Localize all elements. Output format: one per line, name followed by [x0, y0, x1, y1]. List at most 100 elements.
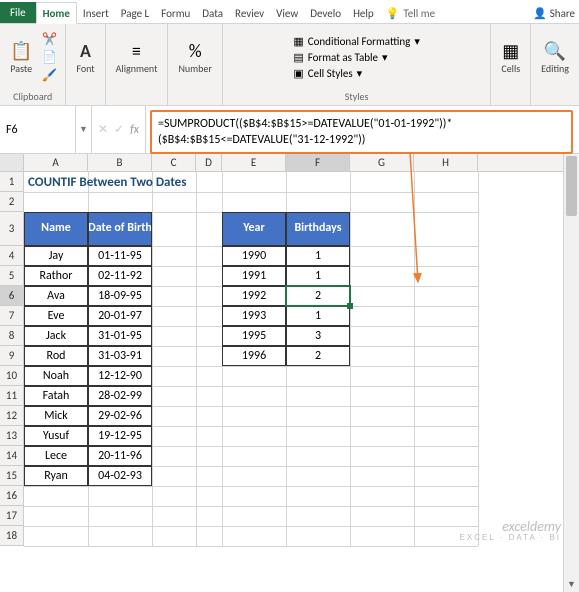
paste-button[interactable]: 📋 Paste [6, 38, 36, 77]
col-header-H[interactable]: H [414, 154, 478, 171]
tab-page-layout[interactable]: Page L [115, 3, 155, 23]
row-header-11[interactable]: 11 [0, 386, 24, 406]
table2-birthdays-5[interactable]: 2 [286, 346, 350, 366]
name-box-dropdown[interactable]: ▼ [76, 106, 92, 153]
row-header-5[interactable]: 5 [0, 266, 24, 286]
cut-button[interactable]: ✂️ [40, 31, 59, 48]
tab-help[interactable]: Help [347, 3, 380, 23]
table1-name-3[interactable]: Eve [24, 306, 88, 326]
table2-year-3[interactable]: 1993 [222, 306, 286, 326]
table1-name-1[interactable]: Rathor [24, 266, 88, 286]
scroll-down-icon[interactable]: ▼ [564, 576, 579, 592]
vertical-scrollbar[interactable]: ▲ ▼ [563, 154, 579, 592]
enter-formula-icon[interactable]: ✓ [114, 122, 124, 137]
table2-header-birthdays[interactable]: Birthdays [286, 212, 350, 246]
formula-input[interactable]: =SUMPRODUCT(($B$4:$B$15>=DATEVALUE("01-0… [150, 110, 573, 154]
alignment-button[interactable]: ≡ Alignment [112, 38, 162, 77]
cells-button[interactable]: ▦ Cells [497, 38, 524, 77]
table1-dob-11[interactable]: 04-02-93 [88, 466, 152, 486]
table1-name-5[interactable]: Rod [24, 346, 88, 366]
table1-dob-2[interactable]: 18-09-95 [88, 286, 152, 306]
table1-name-2[interactable]: Ava [24, 286, 88, 306]
row-header-14[interactable]: 14 [0, 446, 24, 466]
name-box[interactable]: F6 [0, 106, 76, 153]
row-header-16[interactable]: 16 [0, 486, 24, 506]
row-header-6[interactable]: 6 [0, 286, 24, 306]
fill-handle[interactable] [347, 303, 353, 309]
row-header-8[interactable]: 8 [0, 326, 24, 346]
col-header-D[interactable]: D [196, 154, 222, 171]
table1-name-11[interactable]: Ryan [24, 466, 88, 486]
table1-name-9[interactable]: Yusuf [24, 426, 88, 446]
table1-dob-8[interactable]: 29-02-96 [88, 406, 152, 426]
row-header-9[interactable]: 9 [0, 346, 24, 366]
fx-icon[interactable]: fx [130, 123, 139, 137]
tab-developer[interactable]: Develo [304, 3, 347, 23]
format-painter-button[interactable]: 🖌️ [40, 67, 59, 84]
tab-insert[interactable]: Insert [77, 3, 115, 23]
cell-title[interactable]: COUNTIF Between Two Dates [24, 172, 222, 192]
table1-header-dob[interactable]: Date of Birth [88, 212, 152, 246]
row-header-2[interactable]: 2 [0, 192, 24, 212]
cells-area[interactable]: COUNTIF Between Two Dates NameDate of Bir… [24, 172, 579, 546]
row-header-12[interactable]: 12 [0, 406, 24, 426]
col-header-F[interactable]: F [286, 154, 350, 171]
table2-birthdays-1[interactable]: 1 [286, 266, 350, 286]
table2-birthdays-0[interactable]: 1 [286, 246, 350, 266]
table1-header-name[interactable]: Name [24, 212, 88, 246]
share-button[interactable]: 👤 Share [527, 3, 579, 23]
table2-year-4[interactable]: 1995 [222, 326, 286, 346]
table2-year-1[interactable]: 1991 [222, 266, 286, 286]
row-header-10[interactable]: 10 [0, 366, 24, 386]
table1-name-8[interactable]: Mick [24, 406, 88, 426]
table2-header-year[interactable]: Year [222, 212, 286, 246]
col-header-E[interactable]: E [222, 154, 286, 171]
tab-formulas[interactable]: Formu [155, 3, 196, 23]
row-header-7[interactable]: 7 [0, 306, 24, 326]
table2-year-5[interactable]: 1996 [222, 346, 286, 366]
table1-dob-5[interactable]: 31-03-91 [88, 346, 152, 366]
copy-button[interactable]: 📄 [40, 49, 59, 66]
editing-button[interactable]: 🔍 Editing [537, 38, 573, 77]
table1-name-6[interactable]: Noah [24, 366, 88, 386]
col-header-A[interactable]: A [24, 154, 88, 171]
row-header-1[interactable]: 1 [0, 172, 24, 192]
table1-name-0[interactable]: Jay [24, 246, 88, 266]
col-header-G[interactable]: G [350, 154, 414, 171]
cancel-formula-icon[interactable]: ✕ [98, 122, 108, 137]
table1-dob-0[interactable]: 01-11-95 [88, 246, 152, 266]
table2-birthdays-2[interactable]: 2 [286, 286, 350, 306]
table2-year-0[interactable]: 1990 [222, 246, 286, 266]
conditional-formatting-button[interactable]: ▦Conditional Formatting▾ [291, 34, 422, 49]
table2-birthdays-4[interactable]: 3 [286, 326, 350, 346]
row-header-4[interactable]: 4 [0, 246, 24, 266]
tab-file[interactable]: File [0, 2, 36, 23]
cell-styles-button[interactable]: ▣Cell Styles▾ [291, 66, 364, 81]
row-header-15[interactable]: 15 [0, 466, 24, 486]
col-header-B[interactable]: B [88, 154, 152, 171]
row-header-18[interactable]: 18 [0, 526, 24, 546]
tab-home[interactable]: Home [36, 2, 77, 24]
scroll-thumb[interactable] [566, 156, 577, 216]
tab-view[interactable]: View [270, 3, 304, 23]
table1-dob-7[interactable]: 28-02-99 [88, 386, 152, 406]
table1-dob-3[interactable]: 20-01-97 [88, 306, 152, 326]
table1-dob-6[interactable]: 12-12-90 [88, 366, 152, 386]
tab-data[interactable]: Data [196, 3, 229, 23]
row-header-3[interactable]: 3 [0, 212, 24, 246]
table1-name-4[interactable]: Jack [24, 326, 88, 346]
table1-dob-10[interactable]: 20-11-96 [88, 446, 152, 466]
row-header-13[interactable]: 13 [0, 426, 24, 446]
font-button[interactable]: A Font [72, 38, 98, 77]
tell-me-search[interactable]: 💡 Tell me [380, 3, 441, 23]
table1-dob-4[interactable]: 31-01-95 [88, 326, 152, 346]
table1-dob-9[interactable]: 19-12-95 [88, 426, 152, 446]
select-all-triangle[interactable] [0, 154, 24, 171]
row-header-17[interactable]: 17 [0, 506, 24, 526]
table1-name-7[interactable]: Fatah [24, 386, 88, 406]
col-header-C[interactable]: C [152, 154, 196, 171]
tab-review[interactable]: Reviev [229, 3, 270, 23]
table1-name-10[interactable]: Lece [24, 446, 88, 466]
number-button[interactable]: % Number [174, 38, 215, 77]
table1-dob-1[interactable]: 02-11-92 [88, 266, 152, 286]
